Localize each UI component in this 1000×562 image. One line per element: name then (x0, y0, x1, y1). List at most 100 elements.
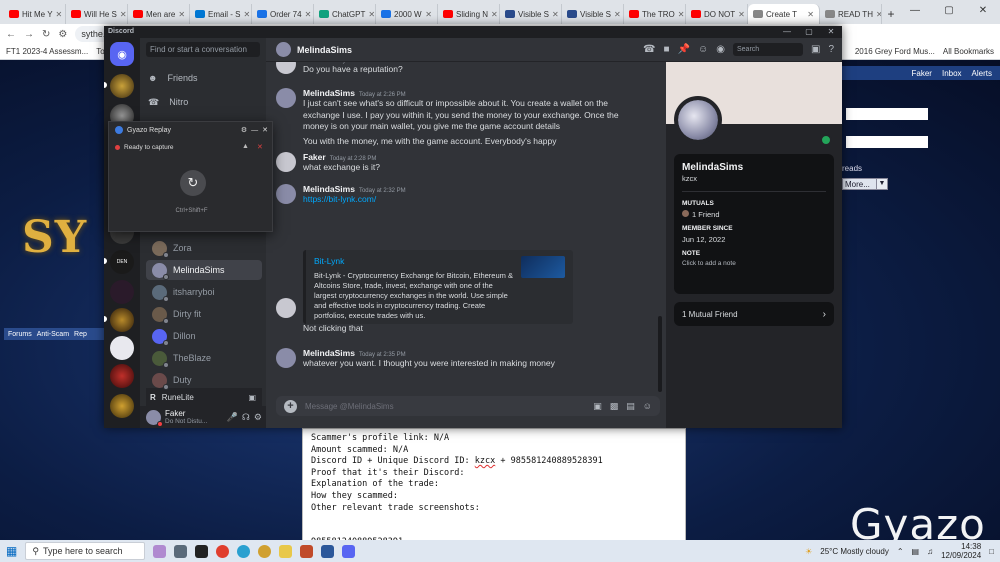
activity-icon[interactable]: ▣ (248, 393, 262, 402)
server-icon[interactable] (110, 394, 134, 418)
taskbar-search-input[interactable]: ⚲ Type here to search (25, 542, 146, 560)
sticker-icon[interactable]: ▤ (626, 401, 635, 412)
forum-field[interactable] (846, 136, 928, 148)
dm-item[interactable]: MelindaSims (146, 260, 262, 280)
dm-item[interactable]: itsharryboi (146, 282, 262, 302)
microphone-icon[interactable]: 🎤 (227, 412, 238, 423)
user-profile-icon[interactable]: ◉ (716, 44, 725, 55)
message-author[interactable]: MelindaSims (303, 348, 355, 358)
gyazo-settings-icon[interactable]: ⚙ (241, 126, 247, 134)
dm-search-input[interactable]: Find or start a conversation (146, 42, 260, 57)
weather-text[interactable]: 25°C Mostly cloudy (820, 547, 889, 556)
server-icon[interactable] (110, 280, 134, 304)
header-inbox[interactable]: Inbox (942, 69, 962, 78)
app-taskbar-icon[interactable] (300, 544, 314, 558)
reload-icon[interactable]: ↻ (42, 29, 50, 40)
nav-anti-scam[interactable]: Anti-Scam (37, 331, 69, 338)
message-avatar[interactable] (276, 298, 296, 318)
browser-tab[interactable]: Order 74 ✕ (252, 4, 314, 24)
dm-item[interactable]: Zora (146, 238, 262, 258)
tab-close-icon[interactable]: ✕ (56, 10, 63, 19)
app-taskbar-icon[interactable] (237, 544, 251, 558)
message-scrollbar[interactable] (658, 316, 662, 392)
bookmark-all[interactable]: All Bookmarks (943, 47, 994, 56)
tab-close-icon[interactable]: ✕ (491, 10, 498, 19)
forum-field[interactable] (846, 108, 928, 120)
runelite-taskbar-icon[interactable] (195, 544, 209, 558)
message-author[interactable]: Faker (303, 152, 326, 162)
activity-runelite[interactable]: R RuneLite ▣ (146, 388, 262, 406)
tab-close-icon[interactable]: ✕ (807, 10, 814, 19)
bookmark-ford[interactable]: 2016 Grey Ford Mus... (855, 47, 935, 56)
dm-item[interactable]: Dillon (146, 326, 262, 346)
mutual-friends-button[interactable]: 1 Mutual Friend › (674, 302, 834, 326)
browser-tab[interactable]: Visible S ✕ (500, 4, 562, 24)
browser-tab[interactable]: ChatGPT ✕ (314, 4, 376, 24)
notifications-icon[interactable]: □ (989, 547, 994, 556)
tab-close-icon[interactable]: ✕ (243, 10, 250, 19)
profile-avatar[interactable] (674, 96, 722, 144)
server-icon[interactable] (110, 336, 134, 360)
settings-gear-icon[interactable]: ⚙ (254, 412, 266, 423)
message-author[interactable]: MelindaSims (303, 88, 355, 98)
tab-close-icon[interactable]: ✕ (178, 10, 185, 19)
discord-home-icon[interactable]: ◉ (110, 42, 134, 66)
headphones-icon[interactable]: ☊ (242, 412, 250, 423)
widgets-icon[interactable] (153, 544, 167, 558)
browser-tab[interactable]: Men are ✕ (128, 4, 190, 24)
bookmark-ft1[interactable]: FT1 2023-4 Assessm... (6, 47, 88, 56)
message-composer[interactable]: + Message @MelindaSims ▣ ▩ ▤ ☺ (276, 396, 660, 416)
browser-tab[interactable]: Create T ✕ (748, 4, 820, 24)
browser-tab[interactable]: DO NOT ✕ (686, 4, 748, 24)
gift-icon[interactable]: ▣ (593, 401, 602, 412)
tab-close-icon[interactable]: ✕ (678, 10, 685, 19)
chat-search-input[interactable]: Search (732, 43, 803, 56)
app-taskbar-icon[interactable] (258, 544, 272, 558)
nav-rep[interactable]: Rep (74, 331, 87, 338)
message-input[interactable]: Message @MelindaSims (305, 402, 394, 411)
pinned-messages-icon[interactable]: 📌 (678, 44, 690, 55)
mic-muted-icon[interactable]: ✕ (257, 143, 263, 151)
discord-minimize-button[interactable]: — (776, 26, 798, 38)
dm-item[interactable]: Dirty fit (146, 304, 262, 324)
clock[interactable]: 14:38 12/09/2024 (941, 542, 981, 560)
gyazo-minimize-button[interactable]: — (251, 127, 258, 134)
discord-close-button[interactable]: ✕ (820, 26, 842, 38)
voice-call-icon[interactable]: ☎ (643, 44, 655, 55)
tab-close-icon[interactable]: ✕ (120, 10, 127, 19)
browser-tab[interactable]: Email - S ✕ (190, 4, 252, 24)
message-avatar[interactable] (276, 152, 296, 172)
message-avatar[interactable] (276, 88, 296, 108)
nav-nitro[interactable]: ☎ Nitro (148, 92, 188, 112)
browser-tab[interactable]: Will He S ✕ (66, 4, 128, 24)
note-input[interactable]: Click to add a note (682, 260, 826, 267)
server-icon[interactable] (110, 364, 134, 388)
tab-close-icon[interactable]: ✕ (368, 10, 375, 19)
browser-tab[interactable]: Hit Me Y ✕ (4, 4, 66, 24)
word-icon[interactable] (321, 544, 335, 558)
header-user[interactable]: Faker (912, 69, 932, 78)
message-avatar[interactable] (276, 348, 296, 368)
tab-close-icon[interactable]: ✕ (425, 10, 432, 19)
nav-forums[interactable]: Forums (8, 331, 32, 338)
inbox-icon[interactable]: ▣ (811, 44, 820, 55)
attach-plus-icon[interactable]: + (284, 399, 297, 413)
mutuals-value[interactable]: 1 Friend (682, 210, 826, 219)
tab-close-icon[interactable]: ✕ (305, 10, 312, 19)
gif-icon[interactable]: ▩ (610, 401, 619, 412)
network-icon[interactable]: ▤ (912, 547, 920, 556)
maximize-button[interactable]: ▢ (932, 0, 966, 24)
minimize-button[interactable]: — (898, 0, 932, 24)
task-view-icon[interactable] (174, 544, 188, 558)
discord-taskbar-icon[interactable] (342, 544, 356, 558)
forward-icon[interactable]: → (24, 29, 34, 40)
browser-tab[interactable]: Visible S ✕ (562, 4, 624, 24)
chevron-down-icon[interactable]: ▼ (876, 178, 888, 190)
embed-thumbnail[interactable] (521, 256, 565, 278)
message-avatar[interactable] (276, 184, 296, 204)
tab-close-icon[interactable]: ✕ (614, 10, 621, 19)
site-info-icon[interactable]: ⚙ (58, 29, 67, 40)
dm-item[interactable]: Duty (146, 370, 262, 390)
server-icon-den[interactable]: DEN (110, 250, 134, 274)
tray-chevron-icon[interactable]: ⌃ (897, 547, 904, 556)
